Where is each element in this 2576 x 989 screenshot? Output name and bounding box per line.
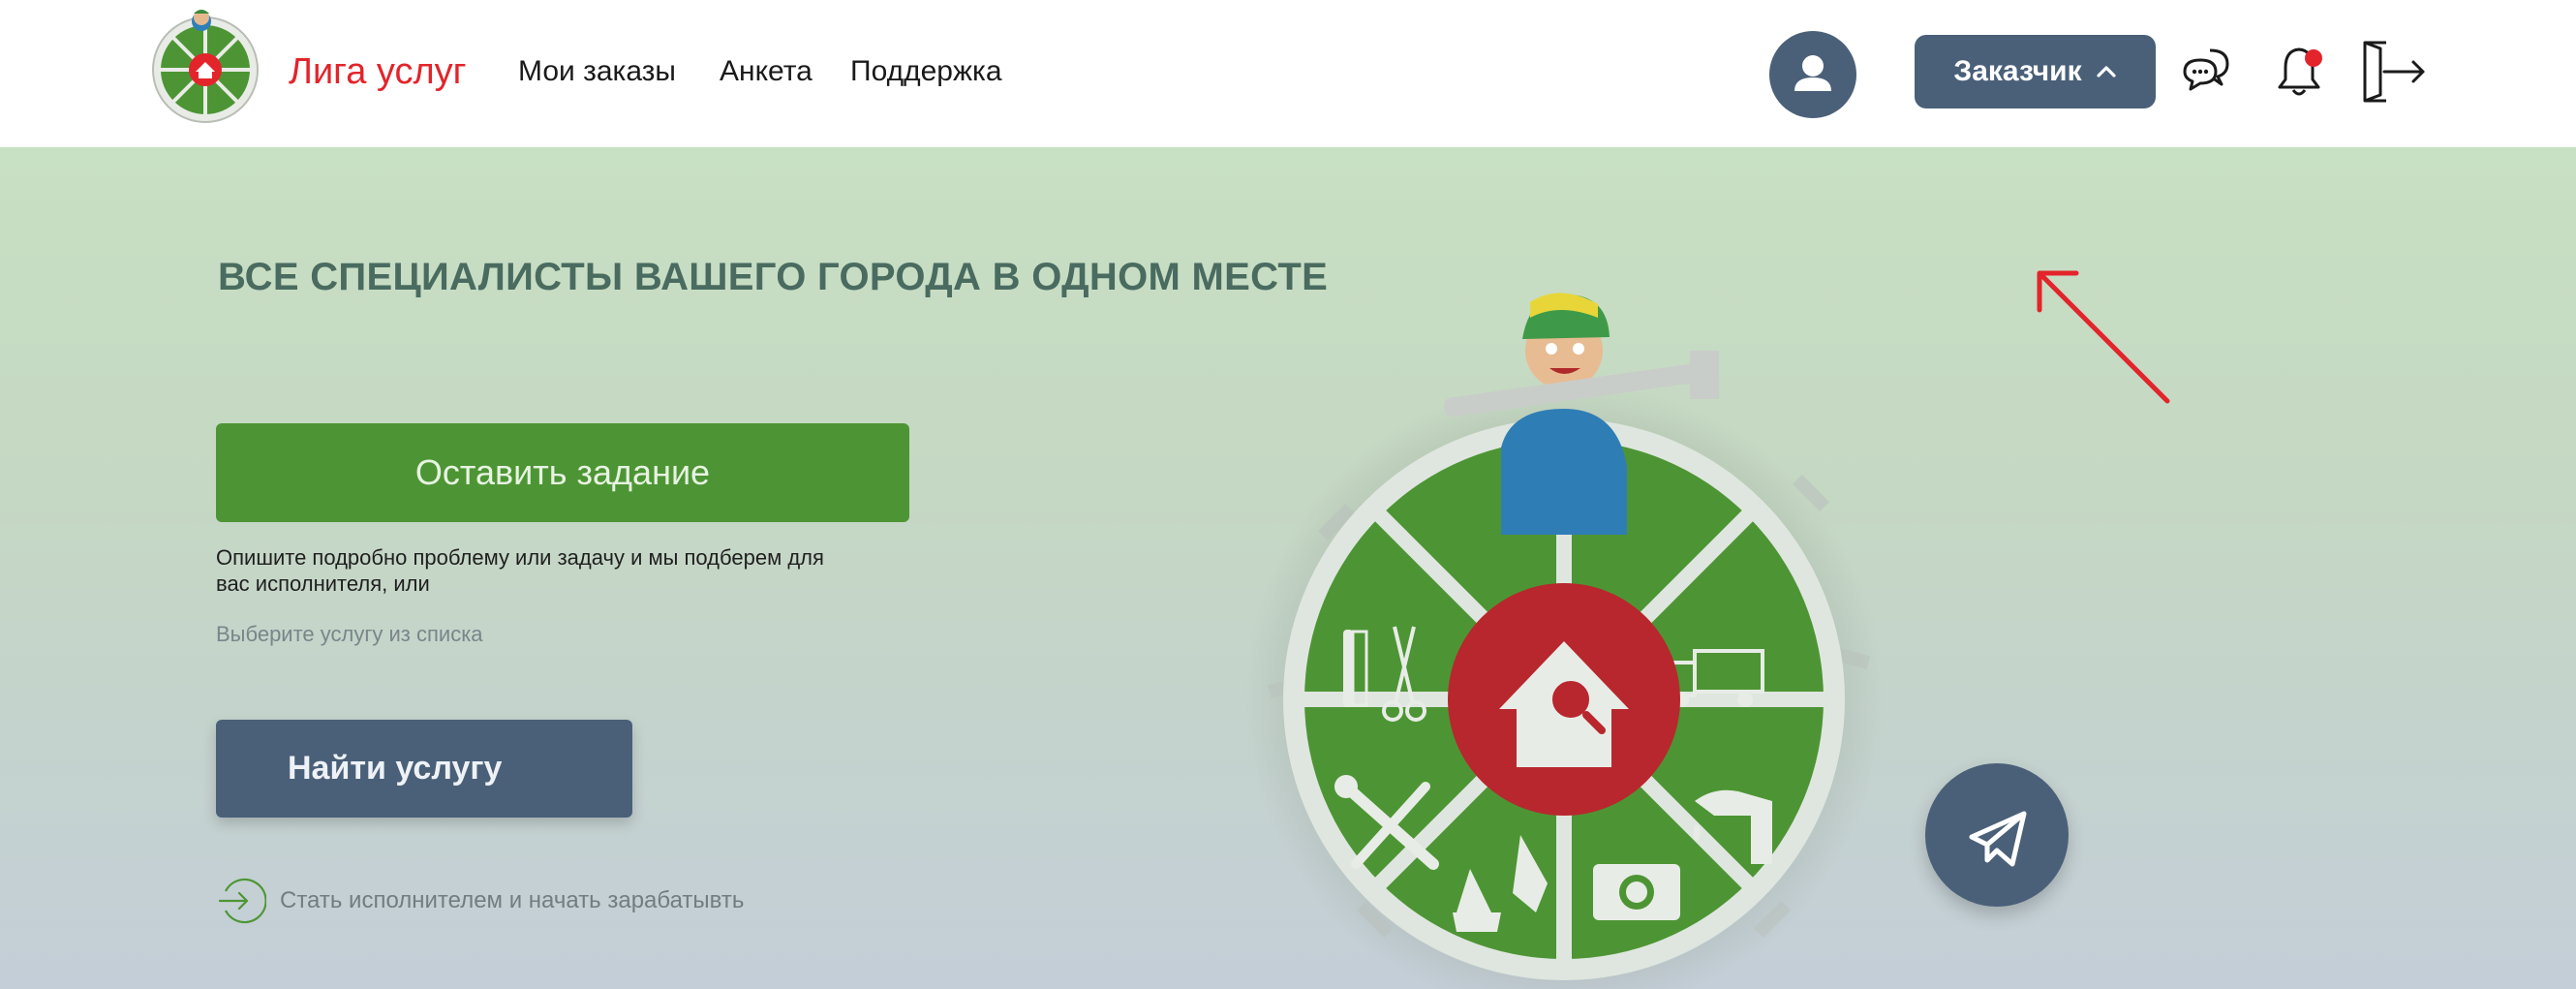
role-dropdown-button[interactable]: Заказчик <box>1915 35 2156 108</box>
task-description: Опишите подробно проблему или задачу и м… <box>216 545 824 596</box>
telegram-button[interactable] <box>1925 763 2069 907</box>
login-arrow-icon <box>218 878 266 924</box>
become-contractor-label: Стать исполнителем и начать зарабатывть <box>280 887 745 913</box>
notification-dot <box>2305 49 2322 67</box>
header: Лига услуг Мои заказы Анкета Поддержка З… <box>0 0 2576 147</box>
telegram-icon <box>1969 811 2027 867</box>
nav-support[interactable]: Поддержка <box>850 53 1002 90</box>
hero-section: ВСЕ СПЕЦИАЛИСТЫ ВАШЕГО ГОРОДА В ОДНОМ МЕ… <box>0 147 2576 989</box>
logout-icon[interactable] <box>2359 39 2427 105</box>
create-task-button[interactable]: Оставить задание <box>216 423 909 522</box>
brand-name[interactable]: Лига услуг <box>289 48 467 95</box>
logo[interactable] <box>147 8 263 124</box>
find-service-button[interactable]: Найти услугу <box>216 720 632 818</box>
camera-icon <box>1593 864 1680 920</box>
bell-icon[interactable] <box>2276 43 2324 99</box>
red-arrow-annotation <box>2037 270 2170 404</box>
nav-my-orders[interactable]: Мои заказы <box>518 53 676 90</box>
page-title: ВСЕ СПЕЦИАЛИСТЫ ВАШЕГО ГОРОДА В ОДНОМ МЕ… <box>218 256 1329 298</box>
nav-profile[interactable]: Анкета <box>720 53 813 90</box>
choose-service-link[interactable]: Выберите услугу из списка <box>216 622 483 647</box>
services-wheel-illustration <box>1244 293 1884 989</box>
avatar[interactable] <box>1769 31 1856 118</box>
chat-icon[interactable] <box>2181 45 2231 95</box>
become-contractor-link[interactable]: Стать исполнителем и начать зарабатывть <box>216 876 744 926</box>
user-icon <box>1794 55 1831 91</box>
role-label: Заказчик <box>1953 55 2082 87</box>
chevron-up-icon <box>2096 66 2116 77</box>
find-service-label: Найти услугу <box>288 750 503 787</box>
